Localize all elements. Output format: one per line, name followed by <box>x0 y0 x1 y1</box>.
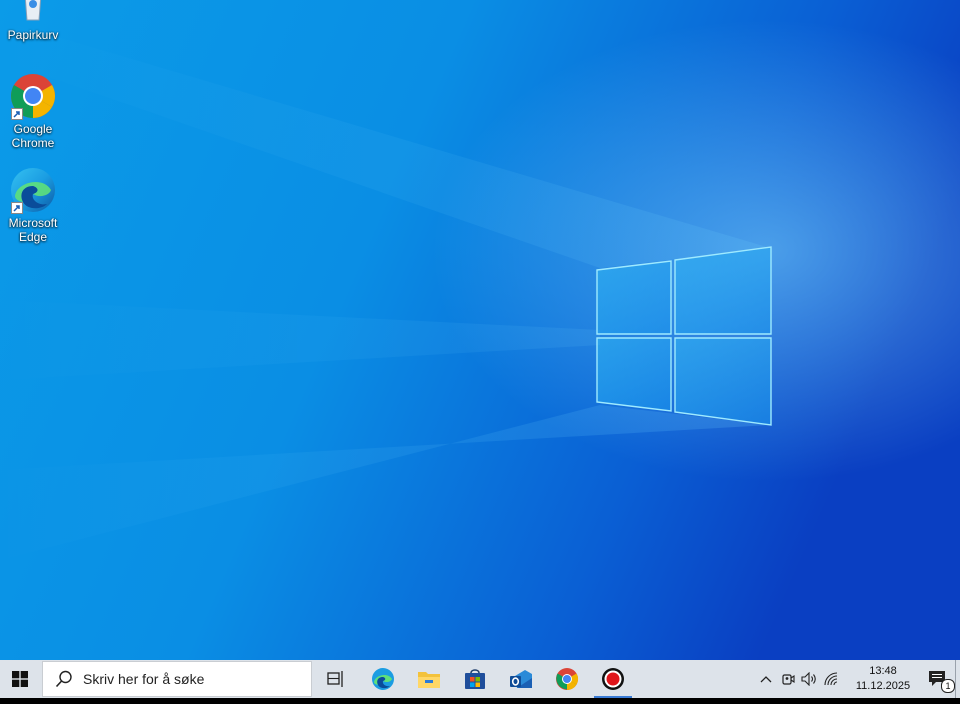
chrome-icon <box>556 668 578 690</box>
desktop-icon-recycle-bin[interactable]: Papirkurv <box>0 0 66 42</box>
outlook-icon <box>510 670 532 688</box>
folder-icon <box>418 672 440 688</box>
system-tray: 13:48 11.12.2025 1 <box>755 660 960 698</box>
chevron-up-icon <box>760 676 772 683</box>
taskbar-recorder-button[interactable] <box>590 660 636 698</box>
task-view-button[interactable] <box>312 660 360 698</box>
taskbar-store-button[interactable] <box>452 660 498 698</box>
edge-icon <box>372 668 394 690</box>
volume-icon <box>801 672 816 686</box>
desktop-icon-google-chrome[interactable]: Google Chrome <box>0 72 66 150</box>
screen-bottom-border <box>0 698 960 704</box>
volume-button[interactable] <box>799 660 821 698</box>
taskbar-chrome-button[interactable] <box>544 660 590 698</box>
taskbar-outlook-button[interactable] <box>498 660 544 698</box>
meet-now-icon <box>782 674 795 685</box>
task-view-icon <box>327 671 343 687</box>
shortcut-arrow-icon <box>11 202 23 214</box>
windows-logo-icon <box>12 671 28 687</box>
show-hidden-icons-button[interactable] <box>755 660 777 698</box>
meet-now-button[interactable] <box>777 660 799 698</box>
notification-count-badge: 1 <box>941 679 955 693</box>
search-placeholder: Skriv her for å søke <box>83 671 205 687</box>
taskbar-clock[interactable]: 13:48 11.12.2025 <box>849 664 917 694</box>
record-icon <box>602 668 624 690</box>
recycle-bin-icon <box>9 0 57 42</box>
start-button[interactable] <box>0 660 40 698</box>
network-button[interactable] <box>821 660 843 698</box>
show-desktop-button[interactable] <box>955 660 960 698</box>
clock-time: 13:48 <box>869 665 897 677</box>
chrome-icon <box>9 72 57 120</box>
search-icon <box>55 670 72 688</box>
store-icon <box>465 669 485 689</box>
network-icon <box>824 672 838 686</box>
shortcut-arrow-icon <box>11 108 23 120</box>
desktop-wallpaper <box>0 0 960 660</box>
taskbar-search-box[interactable]: Skriv her for å søke <box>42 661 312 697</box>
taskbar-file-explorer-button[interactable] <box>406 660 452 698</box>
edge-icon <box>9 166 57 214</box>
clock-date: 11.12.2025 <box>855 680 911 692</box>
taskbar-edge-button[interactable] <box>360 660 406 698</box>
taskbar: Skriv her for å søke 13:48 11.12.2025 1 <box>0 660 960 698</box>
desktop-icon-microsoft-edge[interactable]: Microsoft Edge <box>0 166 66 244</box>
action-center-button[interactable]: 1 <box>921 660 955 698</box>
